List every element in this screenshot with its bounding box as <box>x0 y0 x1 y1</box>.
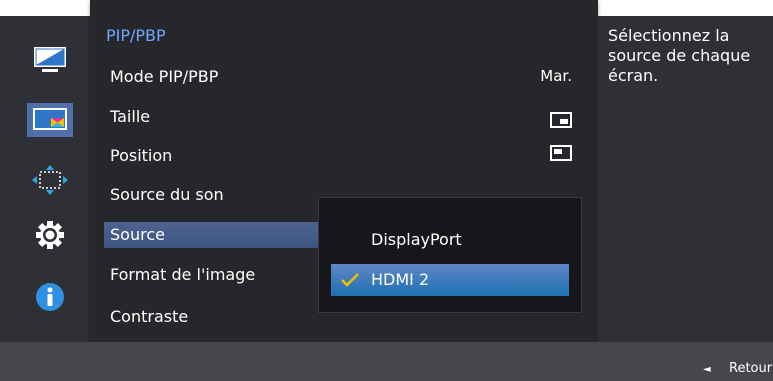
menu-item-label: Mode PIP/PBP <box>110 67 219 86</box>
dropdown-option-label: HDMI 2 <box>371 270 430 289</box>
dropdown-option-label: DisplayPort <box>371 230 462 249</box>
menu-item-label: Source du son <box>110 185 224 204</box>
menu-item-label: Source <box>110 225 165 244</box>
back-arrow-icon: ◄ <box>703 364 711 375</box>
menu-item-contrast[interactable]: Contraste <box>110 304 338 330</box>
menu-item-label: Format de l'image <box>110 265 256 284</box>
info-icon <box>36 283 64 311</box>
menu-item-label: Taille <box>110 107 151 126</box>
dropdown-option-hdmi2[interactable]: HDMI 2 <box>331 264 569 296</box>
sidebar-item-position[interactable] <box>27 163 73 197</box>
menu-item-position[interactable]: Position <box>110 143 338 169</box>
help-panel: Sélectionnez la source de chaque écran. <box>598 16 773 342</box>
menu-item-sound-source[interactable]: Source du son <box>110 182 338 208</box>
position-topleft-icon <box>550 145 572 161</box>
gear-icon <box>36 221 64 249</box>
menu-item-label: Contraste <box>110 307 189 326</box>
footer-bar <box>0 342 773 381</box>
picture-in-picture-icon <box>33 108 67 130</box>
dropdown-option-displayport[interactable]: DisplayPort <box>331 224 569 256</box>
sidebar-item-pip[interactable] <box>27 103 73 137</box>
menu-item-mode[interactable]: Mode PIP/PBP <box>110 64 338 90</box>
size-small-icon <box>550 112 572 128</box>
menu-title: PIP/PBP <box>106 26 166 45</box>
mode-value: Mar. <box>540 67 572 85</box>
sidebar-item-picture[interactable] <box>27 43 73 77</box>
menu-item-aspect[interactable]: Format de l'image <box>110 262 338 288</box>
help-text: Sélectionnez la source de chaque écran. <box>608 26 751 85</box>
sidebar-item-settings[interactable] <box>27 218 73 252</box>
move-arrows-icon <box>32 165 68 195</box>
monitor-icon <box>34 47 66 72</box>
checkmark-icon <box>341 273 359 287</box>
sidebar-item-info[interactable] <box>27 280 73 314</box>
source-dropdown: DisplayPort HDMI 2 <box>318 197 582 313</box>
back-button[interactable]: Retour <box>729 361 772 376</box>
menu-item-label: Position <box>110 146 173 165</box>
menu-item-size[interactable]: Taille <box>110 104 338 130</box>
menu-item-source[interactable]: Source <box>104 222 320 248</box>
